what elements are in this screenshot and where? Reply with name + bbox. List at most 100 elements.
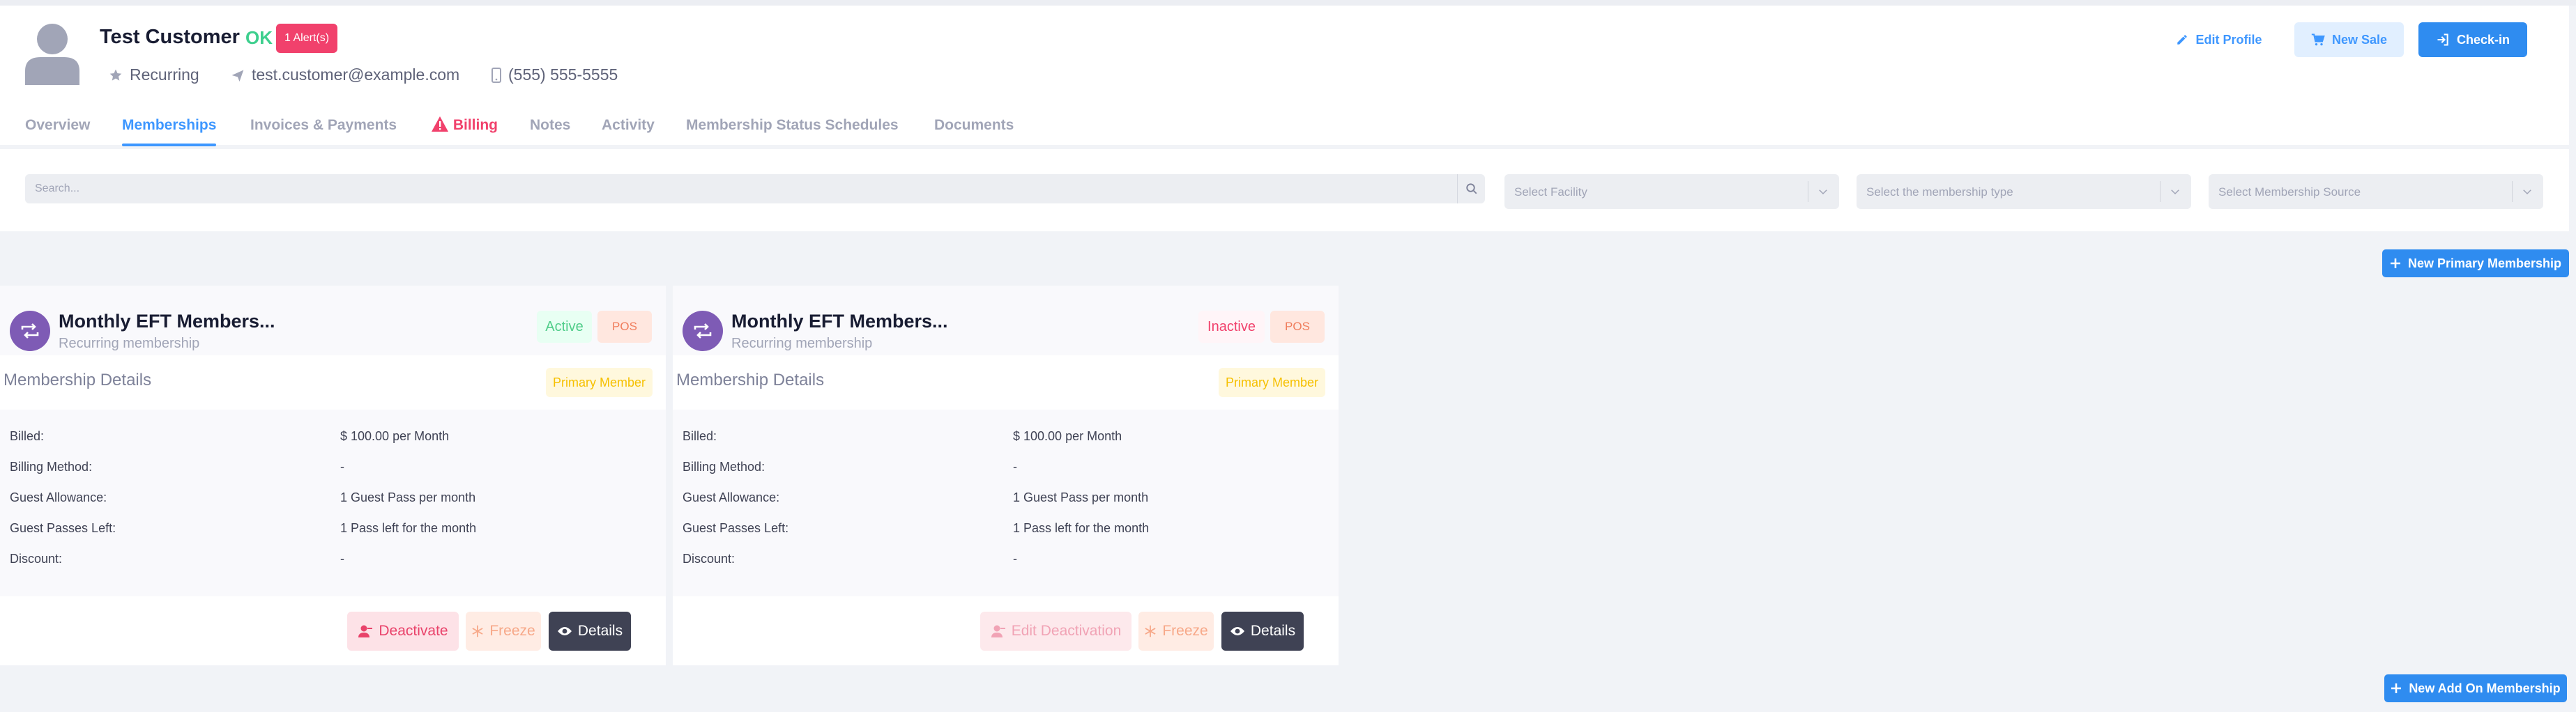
freeze-label: Freeze [1162,623,1208,639]
details-button[interactable]: Details [1221,612,1304,651]
star-icon [109,69,122,81]
source-badge: POS [597,311,652,343]
member-role-badge: Primary Member [1219,368,1326,397]
membership-subtitle: Recurring membership [59,336,200,351]
new-add-on-membership-label: New Add On Membership [2409,681,2561,695]
guest-allowance-value: 1 Guest Pass per month [1013,490,1149,504]
eye-icon [557,627,572,635]
deactivate-button[interactable]: Deactivate [347,612,459,651]
warning-icon [432,116,448,132]
membership-type-avatar [10,311,50,351]
edit-deactivation-button[interactable]: Edit Deactivation [980,612,1131,651]
billing-method-label: Billing Method: [10,460,93,474]
status-ok-label: OK [245,27,273,48]
guest-passes-left-label: Guest Passes Left: [10,521,116,535]
top-strip [0,0,2576,6]
membership-subtitle: Recurring membership [731,336,873,351]
billing-method-value: - [1013,460,1017,474]
tab-activity[interactable]: Activity [602,110,655,149]
phone-icon [491,67,501,83]
membership-card: Monthly EFT Members... Recurring members… [0,286,666,665]
snowflake-icon [1145,625,1156,637]
send-icon [231,70,244,82]
filter-bar: Search... Select Facility Select the mem… [0,149,2569,231]
discount-label: Discount: [10,552,63,566]
membership-source-select[interactable]: Select Membership Source [2209,174,2543,209]
tab-membership-status-schedules[interactable]: Membership Status Schedules [686,110,899,149]
billed-value: $ 100.00 per Month [340,429,450,443]
sign-in-icon [2437,33,2448,46]
status-badge: Active [537,311,592,343]
chevron-down-icon [2523,189,2531,195]
source-badge: POS [1270,311,1325,343]
membership-type-placeholder: Select the membership type [1866,185,2013,199]
membership-title[interactable]: Monthly EFT Members... [59,311,275,332]
billing-method-label: Billing Method: [683,460,765,474]
freeze-button[interactable]: Freeze [466,612,541,651]
billed-value: $ 100.00 per Month [1013,429,1122,443]
phone-label: (555) 555-5555 [508,65,618,84]
eye-icon [1230,627,1244,635]
tab-notes[interactable]: Notes [530,110,570,149]
new-primary-membership-button[interactable]: New Primary Membership [2382,249,2569,277]
tab-billing[interactable]: Billing [431,110,498,149]
freeze-button[interactable]: Freeze [1138,612,1214,651]
user-remove-icon [358,625,373,637]
guest-passes-left-value: 1 Pass left for the month [1013,521,1150,535]
membership-type-avatar [683,311,723,351]
facility-select[interactable]: Select Facility [1504,174,1839,209]
freeze-label: Freeze [489,623,535,639]
tab-invoices-payments[interactable]: Invoices & Payments [250,110,397,149]
membership-details-title: Membership Details [3,371,152,389]
chevron-down-icon [1819,189,1827,195]
edit-deactivation-label: Edit Deactivation [1011,623,1122,639]
new-add-on-membership-button[interactable]: New Add On Membership [2384,674,2567,702]
guest-allowance-label: Guest Allowance: [10,490,107,504]
billed-label: Billed: [683,429,717,443]
repeat-icon [21,323,39,339]
facility-placeholder: Select Facility [1514,185,1587,199]
plus-icon [2390,258,2400,268]
cart-icon [2311,33,2325,46]
tab-overview[interactable]: Overview [25,110,90,149]
customer-header: Test Customer OK 1 Alert(s) Recurring te… [0,6,2569,146]
plus-icon [2391,683,2402,693]
membership-details: Billed: $ 100.00 per Month Billing Metho… [0,410,666,596]
tab-documents[interactable]: Documents [934,110,1014,149]
repeat-icon [694,323,712,339]
plan-type-label: Recurring [130,65,199,84]
email[interactable]: test.customer@example.com [231,65,459,84]
guest-passes-left-value: 1 Pass left for the month [340,521,477,535]
new-sale-button[interactable]: New Sale [2294,22,2404,57]
new-primary-membership-label: New Primary Membership [2407,256,2562,270]
discount-label: Discount: [683,552,736,566]
search-input[interactable]: Search... [25,174,1485,203]
email-label: test.customer@example.com [252,65,460,84]
edit-profile-button[interactable]: Edit Profile [2174,22,2264,57]
phone[interactable]: (555) 555-5555 [491,65,618,84]
check-in-button[interactable]: Check-in [2418,22,2527,57]
membership-card-header: Monthly EFT Members... Recurring members… [0,286,666,355]
membership-type-select[interactable]: Select the membership type [1857,174,2191,209]
check-in-label: Check-in [2456,32,2510,47]
membership-title[interactable]: Monthly EFT Members... [731,311,948,332]
plan-type: Recurring [109,65,199,84]
tab-billing-label: Billing [452,117,498,133]
tab-memberships[interactable]: Memberships [122,110,217,149]
details-label: Details [577,623,623,639]
billing-method-value: - [340,460,344,474]
alert-badge[interactable]: 1 Alert(s) [276,24,338,53]
discount-value: - [1013,552,1017,566]
guest-allowance-value: 1 Guest Pass per month [340,490,476,504]
details-button[interactable]: Details [549,612,631,651]
select-separator [2512,181,2513,202]
snowflake-icon [472,625,483,637]
search-placeholder: Search... [35,183,80,194]
search-button[interactable] [1457,174,1485,203]
membership-source-placeholder: Select Membership Source [2218,185,2361,199]
search-icon [1465,183,1477,194]
avatar-icon [25,24,79,85]
guest-passes-left-label: Guest Passes Left: [683,521,789,535]
membership-details-title: Membership Details [676,371,825,389]
membership-card: Monthly EFT Members... Recurring members… [673,286,1339,665]
